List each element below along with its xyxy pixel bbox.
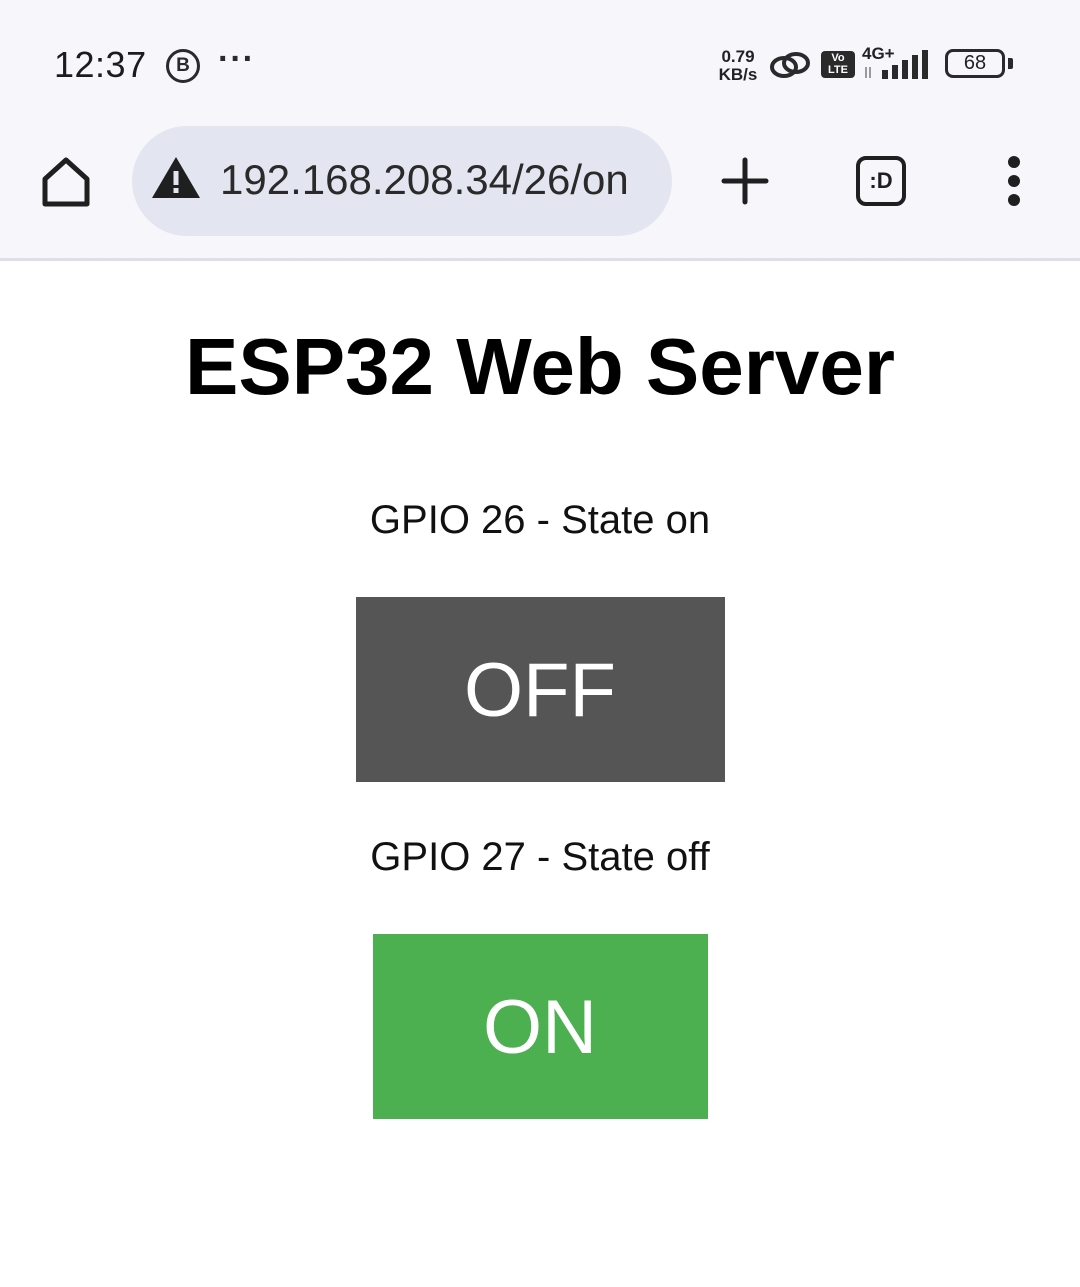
home-button[interactable] bbox=[36, 152, 96, 212]
volte-line-2: LTE bbox=[828, 64, 848, 76]
kebab-menu-icon bbox=[1008, 156, 1020, 206]
address-bar[interactable]: 192.168.208.34/26/on bbox=[132, 126, 672, 236]
url-text[interactable]: 192.168.208.34/26/on bbox=[220, 156, 629, 204]
battery-cap bbox=[1008, 58, 1013, 69]
browser-menu-button[interactable] bbox=[994, 156, 1034, 208]
b-badge-icon: B bbox=[166, 49, 200, 83]
battery-level: 68 bbox=[963, 52, 987, 74]
gpio-27-on-button[interactable]: ON bbox=[372, 934, 708, 1119]
tab-switcher-icon: :D bbox=[869, 168, 893, 193]
volte-line-1: Vo bbox=[831, 52, 845, 64]
browser-toolbar: 192.168.208.34/26/on :D bbox=[0, 122, 1080, 261]
volte-icon: Vo LTE bbox=[821, 51, 855, 78]
new-tab-button[interactable] bbox=[716, 152, 774, 210]
page-title: ESP32 Web Server bbox=[184, 322, 896, 411]
tab-switcher-button[interactable]: :D bbox=[856, 156, 906, 206]
web-page-content: ESP32 Web Server GPIO 26 - State on OFF … bbox=[0, 261, 1080, 1287]
network-speed: 0.79 KB/s bbox=[712, 48, 764, 84]
status-time: 12:37 bbox=[54, 44, 147, 85]
more-dots-icon: ··· bbox=[218, 40, 255, 78]
network-speed-unit: KB/s bbox=[718, 65, 758, 84]
gpio-26-state: GPIO 26 - State on bbox=[369, 498, 711, 542]
network-speed-value: 0.79 bbox=[721, 47, 755, 66]
battery-icon: 68 bbox=[945, 49, 1005, 78]
home-icon bbox=[42, 157, 90, 207]
phone-screen: 12:37 B ··· 0.79 KB/s Vo LTE 4G+ 68 192.… bbox=[0, 0, 1080, 1287]
status-bar: 12:37 B ··· 0.79 KB/s Vo LTE 4G+ 68 bbox=[0, 0, 1080, 122]
gpio-27-state: GPIO 27 - State off bbox=[370, 835, 710, 879]
not-secure-warning-icon[interactable] bbox=[150, 154, 202, 202]
plus-icon bbox=[721, 157, 769, 205]
signal-icon bbox=[865, 50, 928, 79]
link-icon bbox=[770, 52, 810, 78]
gpio-26-off-button[interactable]: OFF bbox=[355, 597, 725, 782]
